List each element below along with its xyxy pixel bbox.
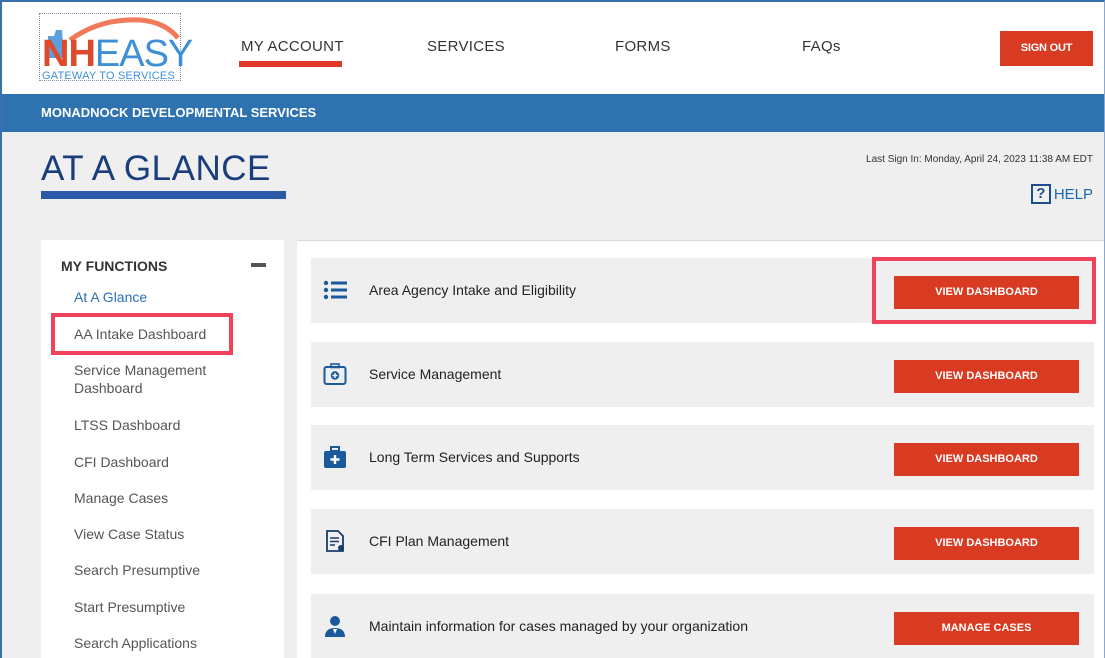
sidebar-item-ltss-dashboard[interactable]: LTSS Dashboard bbox=[74, 416, 254, 434]
view-dashboard-button-service-management[interactable]: VIEW DASHBOARD bbox=[894, 360, 1079, 393]
sidebar-heading: MY FUNCTIONS bbox=[61, 258, 168, 274]
view-dashboard-button-ltss[interactable]: VIEW DASHBOARD bbox=[894, 443, 1079, 476]
list-icon bbox=[323, 280, 347, 300]
function-label: Area Agency Intake and Eligibility bbox=[369, 282, 577, 298]
manage-cases-button[interactable]: MANAGE CASES bbox=[894, 612, 1079, 645]
sign-out-button[interactable]: SIGN OUT bbox=[1000, 31, 1093, 66]
highlight-box-sidebar bbox=[51, 313, 233, 355]
sidebar-item-view-case-status[interactable]: View Case Status bbox=[74, 525, 254, 543]
sidebar-item-cfi-dashboard[interactable]: CFI Dashboard bbox=[74, 453, 254, 471]
help-icon: ? bbox=[1030, 184, 1051, 204]
function-row-maintain-cases: Maintain information for cases managed b… bbox=[311, 594, 1094, 658]
nheasy-logo[interactable]: NHEASY GATEWAY TO SERVICES bbox=[39, 13, 193, 82]
person-icon bbox=[325, 616, 345, 637]
function-label: Service Management bbox=[369, 366, 502, 382]
site-header: NHEASY GATEWAY TO SERVICES MY ACCOUNT SE… bbox=[2, 2, 1104, 94]
nav-active-underline bbox=[239, 61, 342, 67]
briefcase-icon bbox=[323, 363, 347, 385]
function-label: CFI Plan Management bbox=[369, 533, 510, 549]
function-row-service-management: Service Management VIEW DASHBOARD bbox=[311, 342, 1094, 407]
medical-kit-icon bbox=[324, 446, 346, 468]
sidebar-item-service-management-dashboard[interactable]: Service Management Dashboard bbox=[74, 361, 254, 397]
nav-my-account[interactable]: MY ACCOUNT bbox=[241, 38, 344, 55]
organization-banner: MONADNOCK DEVELOPMENTAL SERVICES bbox=[2, 94, 1104, 132]
function-label: Long Term Services and Supports bbox=[369, 449, 580, 465]
help-label: HELP bbox=[1053, 185, 1093, 203]
sidebar-item-start-presumptive[interactable]: Start Presumptive bbox=[74, 598, 254, 616]
sidebar-item-search-applications[interactable]: Search Applications bbox=[74, 634, 254, 652]
title-underline bbox=[41, 191, 286, 199]
page-title: AT A GLANCE bbox=[41, 149, 271, 188]
collapse-icon[interactable] bbox=[251, 263, 266, 267]
function-row-cfi-plan: CFI Plan Management VIEW DASHBOARD bbox=[311, 509, 1094, 574]
nav-forms[interactable]: FORMS bbox=[615, 38, 671, 55]
document-edit-icon bbox=[326, 530, 344, 552]
sidebar-item-manage-cases[interactable]: Manage Cases bbox=[74, 489, 254, 507]
sidebar: MY FUNCTIONS At A Glance AA Intake Dashb… bbox=[41, 240, 284, 658]
nav-services[interactable]: SERVICES bbox=[427, 38, 505, 55]
logo-tagline: GATEWAY TO SERVICES bbox=[42, 70, 175, 82]
function-row-ltss: Long Term Services and Supports VIEW DAS… bbox=[311, 425, 1094, 490]
highlight-box-view-dashboard bbox=[872, 257, 1096, 324]
function-label: Maintain information for cases managed b… bbox=[369, 618, 748, 634]
app-frame: NHEASY GATEWAY TO SERVICES MY ACCOUNT SE… bbox=[0, 0, 1105, 658]
logo-wordmark: NHEASY bbox=[42, 33, 193, 75]
view-dashboard-button-cfi-plan[interactable]: VIEW DASHBOARD bbox=[894, 527, 1079, 560]
sidebar-item-search-presumptive[interactable]: Search Presumptive bbox=[74, 561, 254, 579]
last-sign-in: Last Sign In: Monday, April 24, 2023 11:… bbox=[866, 154, 1093, 165]
nav-faqs[interactable]: FAQs bbox=[802, 38, 841, 55]
sidebar-item-at-a-glance[interactable]: At A Glance bbox=[74, 288, 254, 306]
help-link[interactable]: ? HELP bbox=[1030, 184, 1093, 204]
